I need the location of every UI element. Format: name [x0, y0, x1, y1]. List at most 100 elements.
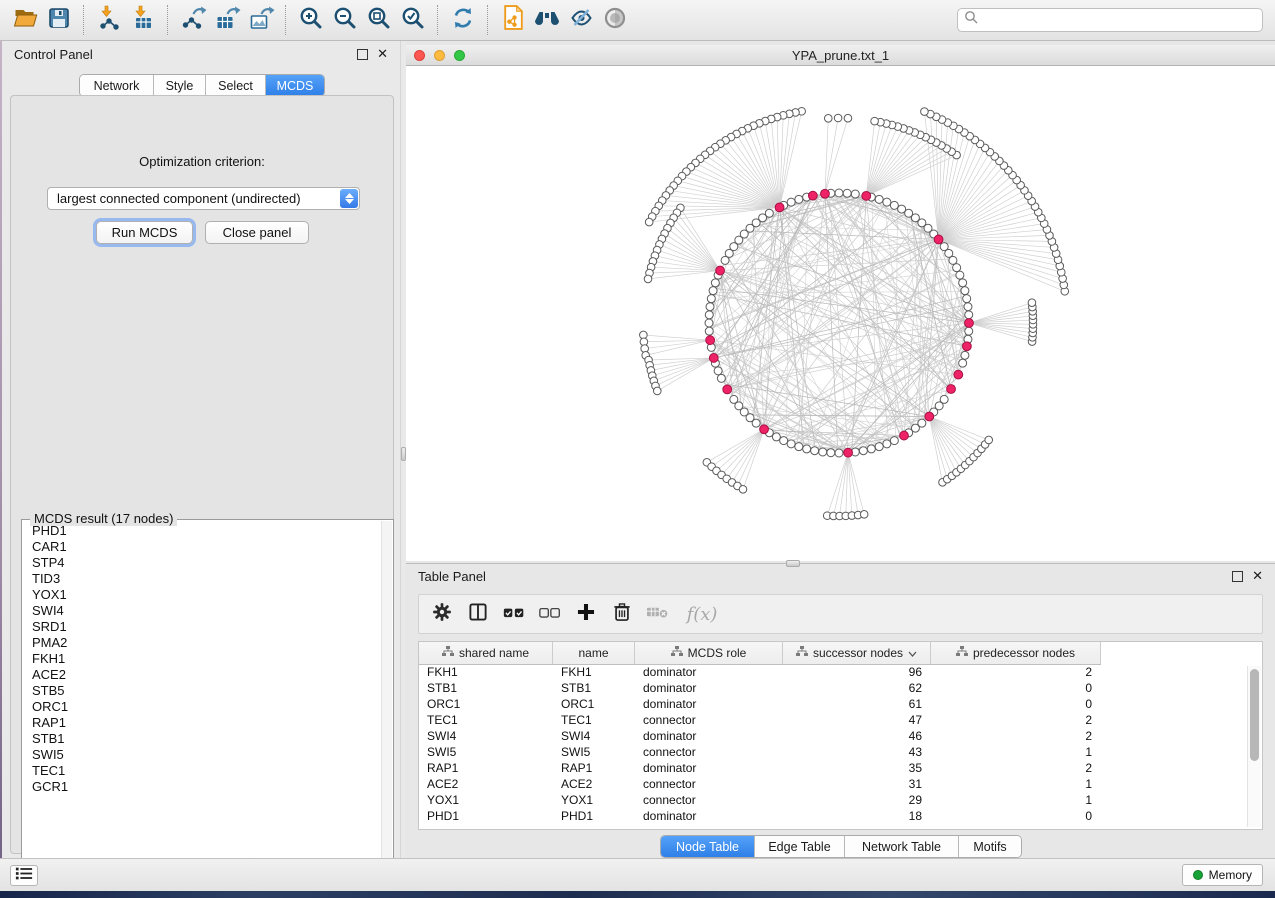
mcds-result-item[interactable]: PMA2	[32, 635, 381, 651]
hide-details-button[interactable]	[564, 4, 598, 36]
share-document-button[interactable]	[496, 4, 530, 36]
table-cell[interactable]: YOX1	[553, 793, 635, 807]
function-builder-button[interactable]: f(x)	[679, 599, 723, 629]
mcds-result-item[interactable]: STB1	[32, 731, 381, 747]
mcds-list-scrollbar[interactable]	[381, 521, 392, 891]
table-cell[interactable]: 29	[783, 793, 931, 807]
table-row[interactable]: ORC1ORC1dominator610	[419, 696, 1248, 712]
table-row[interactable]: STB1STB1dominator620	[419, 680, 1248, 696]
table-cell[interactable]: RAP1	[419, 761, 553, 775]
add-row-button[interactable]	[571, 599, 601, 629]
table-scrollbar-thumb[interactable]	[1250, 669, 1259, 761]
table-cell[interactable]: ORC1	[553, 697, 635, 711]
column-header-MCDS-role[interactable]: MCDS role	[635, 642, 783, 664]
table-cell[interactable]: dominator	[635, 761, 783, 775]
search-network-button[interactable]	[530, 4, 564, 36]
import-network-button[interactable]	[92, 4, 126, 36]
column-header-name[interactable]: name	[553, 642, 635, 664]
mcds-result-item[interactable]: PHD1	[32, 523, 381, 539]
tab-node-table[interactable]: Node Table	[661, 836, 755, 857]
table-cell[interactable]: PHD1	[553, 809, 635, 823]
table-row[interactable]: SWI4SWI4dominator462	[419, 728, 1248, 744]
table-cell[interactable]: 2	[931, 713, 1101, 727]
show-details-button[interactable]	[598, 4, 632, 36]
table-row[interactable]: RAP1RAP1dominator352	[419, 760, 1248, 776]
table-cell[interactable]: TEC1	[553, 713, 635, 727]
mcds-result-item[interactable]: ACE2	[32, 667, 381, 683]
table-cell[interactable]: connector	[635, 745, 783, 759]
search-input[interactable]	[979, 12, 1256, 28]
table-cell[interactable]: TEC1	[419, 713, 553, 727]
mcds-result-item[interactable]: CAR1	[32, 539, 381, 555]
table-cell[interactable]: ACE2	[419, 777, 553, 791]
table-cell[interactable]: dominator	[635, 697, 783, 711]
search-field[interactable]	[957, 8, 1263, 32]
tab-style[interactable]: Style	[154, 75, 206, 96]
mcds-result-item[interactable]: RAP1	[32, 715, 381, 731]
table-cell[interactable]: 2	[931, 665, 1101, 679]
table-cell[interactable]: YOX1	[419, 793, 553, 807]
table-splitter-grip[interactable]	[786, 560, 800, 567]
table-cell[interactable]: dominator	[635, 729, 783, 743]
table-cell[interactable]: SWI4	[419, 729, 553, 743]
table-cell[interactable]: connector	[635, 793, 783, 807]
table-cell[interactable]: 31	[783, 777, 931, 791]
table-cell[interactable]: 2	[931, 729, 1101, 743]
table-cell[interactable]: 46	[783, 729, 931, 743]
table-cell[interactable]: connector	[635, 713, 783, 727]
table-cell[interactable]: 1	[931, 745, 1101, 759]
column-header-predecessor-nodes[interactable]: predecessor nodes	[931, 642, 1101, 664]
table-cell[interactable]: 35	[783, 761, 931, 775]
table-cell[interactable]: SWI4	[553, 729, 635, 743]
save-session-button[interactable]	[42, 4, 76, 36]
table-cell[interactable]: STB1	[419, 681, 553, 695]
table-cell[interactable]: dominator	[635, 681, 783, 695]
table-cell[interactable]: ORC1	[419, 697, 553, 711]
float-table-panel-icon[interactable]	[1232, 571, 1243, 582]
table-cell[interactable]: dominator	[635, 665, 783, 679]
table-cell[interactable]: 1	[931, 793, 1101, 807]
tab-select[interactable]: Select	[206, 75, 266, 96]
mcds-result-item[interactable]: FKH1	[32, 651, 381, 667]
table-cell[interactable]: 0	[931, 697, 1101, 711]
table-cell[interactable]: PHD1	[419, 809, 553, 823]
tab-motifs[interactable]: Motifs	[959, 836, 1021, 857]
table-cell[interactable]: 1	[931, 777, 1101, 791]
table-row[interactable]: SWI5SWI5connector431	[419, 744, 1248, 760]
table-cell[interactable]: STB1	[553, 681, 635, 695]
mcds-result-item[interactable]: SRD1	[32, 619, 381, 635]
mcds-result-item[interactable]: TEC1	[32, 763, 381, 779]
table-cell[interactable]: 18	[783, 809, 931, 823]
mcds-result-item[interactable]: STP4	[32, 555, 381, 571]
export-image-button[interactable]	[244, 4, 278, 36]
table-cell[interactable]: SWI5	[553, 745, 635, 759]
table-cell[interactable]: 2	[931, 761, 1101, 775]
tab-network[interactable]: Network	[80, 75, 154, 96]
table-cell[interactable]: 43	[783, 745, 931, 759]
memory-button[interactable]: Memory	[1182, 864, 1263, 886]
tab-edge-table[interactable]: Edge Table	[755, 836, 845, 857]
export-network-button[interactable]	[176, 4, 210, 36]
mcds-result-item[interactable]: SWI4	[32, 603, 381, 619]
zoom-in-button[interactable]	[294, 4, 328, 36]
table-row[interactable]: ACE2ACE2connector311	[419, 776, 1248, 792]
mcds-result-item[interactable]: TID3	[32, 571, 381, 587]
table-cell[interactable]: 0	[931, 681, 1101, 695]
close-table-panel-icon[interactable]: ✕	[1252, 568, 1263, 584]
column-header-shared-name[interactable]: shared name	[419, 642, 553, 664]
mcds-result-item[interactable]: ORC1	[32, 699, 381, 715]
criterion-dropdown[interactable]: largest connected component (undirected)	[47, 187, 360, 210]
table-cell[interactable]: 96	[783, 665, 931, 679]
zoom-selected-button[interactable]	[396, 4, 430, 36]
table-cell[interactable]: 62	[783, 681, 931, 695]
deselect-all-button[interactable]	[535, 599, 565, 629]
table-cell[interactable]: 61	[783, 697, 931, 711]
mcds-result-item[interactable]: YOX1	[32, 587, 381, 603]
delete-row-button[interactable]	[607, 599, 637, 629]
column-header-successor-nodes[interactable]: successor nodes	[783, 642, 931, 664]
mcds-result-item[interactable]: GCR1	[32, 779, 381, 795]
table-cell[interactable]: dominator	[635, 809, 783, 823]
table-row[interactable]: PHD1PHD1dominator180	[419, 808, 1248, 824]
table-cell[interactable]: SWI5	[419, 745, 553, 759]
delete-table-button[interactable]	[643, 599, 673, 629]
